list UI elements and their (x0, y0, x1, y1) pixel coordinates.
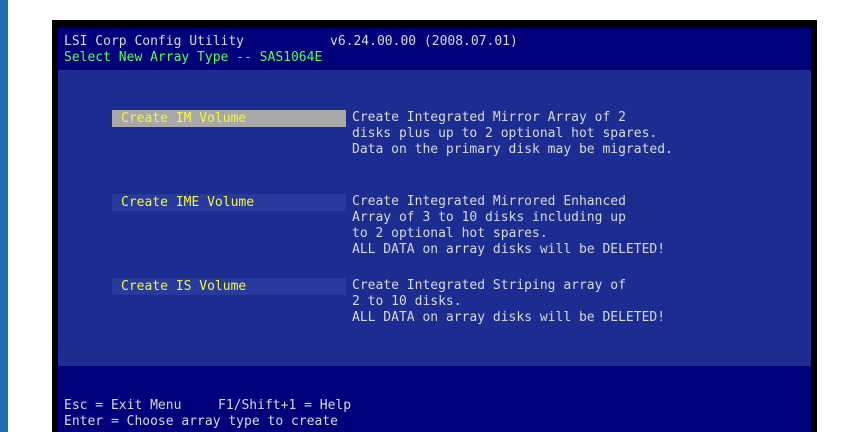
create-im-volume-description: Create Integrated Mirror Array of 2 disk… (352, 110, 772, 158)
description-line: Data on the primary disk may be migrated… (352, 142, 673, 157)
description-line: Array of 3 to 10 disks including up (352, 210, 626, 225)
utility-version: v6.24.00.00 (2008.07.01) (330, 34, 518, 49)
config-utility-screen: LSI Corp Config Utility v6.24.00.00 (200… (58, 28, 811, 432)
utility-title: LSI Corp Config Utility (64, 34, 245, 49)
key-help-footer: Esc = Exit Menu F1/Shift+1 = Help Enter =… (64, 398, 351, 430)
description-line: Create Integrated Mirror Array of 2 (352, 110, 626, 125)
create-is-volume-description: Create Integrated Striping array of 2 to… (352, 278, 772, 326)
page-left-border (0, 0, 8, 432)
description-line: disks plus up to 2 optional hot spares. (352, 126, 658, 141)
array-type-menu: Create IM Volume Create Integrated Mirro… (58, 70, 811, 366)
screen-subtitle: Select New Array Type -- SAS1064E (64, 50, 323, 65)
description-line: to 2 optional hot spares. (352, 226, 548, 241)
f1-help-hint: F1/Shift+1 = Help (218, 398, 352, 413)
create-ime-volume-button[interactable]: Create IME Volume (112, 194, 346, 211)
enter-key-hint: Enter = Choose array type to create (64, 414, 338, 429)
description-line: Create Integrated Mirrored Enhanced (352, 194, 626, 209)
bios-screen-frame: LSI Corp Config Utility v6.24.00.00 (200… (52, 20, 817, 432)
create-is-volume-button[interactable]: Create IS Volume (112, 278, 346, 295)
description-line: Create Integrated Striping array of (352, 278, 626, 293)
description-line: ALL DATA on array disks will be DELETED! (352, 310, 666, 325)
create-ime-volume-description: Create Integrated Mirrored Enhanced Arra… (352, 194, 772, 258)
esc-key-hint: Esc = Exit Menu (64, 398, 182, 413)
create-im-volume-button[interactable]: Create IM Volume (112, 110, 346, 127)
description-line: 2 to 10 disks. (352, 294, 462, 309)
description-line: ALL DATA on array disks will be DELETED! (352, 242, 666, 257)
footer-row: Esc = Exit Menu F1/Shift+1 = Help (64, 398, 351, 414)
